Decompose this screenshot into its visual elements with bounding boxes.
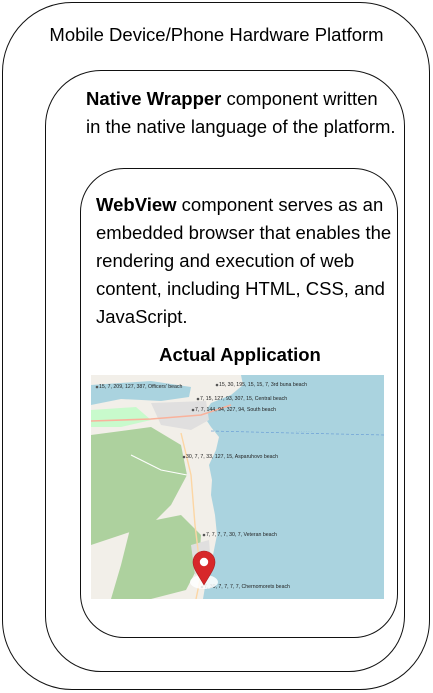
beach-label: 7, 7, 144, 94, 327, 94, South beach [195, 407, 276, 413]
beach-label: 7, 30, 7, 7, 7, 7, Chernomorets beach [204, 584, 290, 590]
beach-label: 7, 15, 127, 93, 307, 15, Central beach [200, 396, 287, 402]
beach-point [196, 397, 200, 401]
beach-label: 7, 7, 7, 7, 30, 7, Veteran beach [206, 532, 277, 538]
beach-label: 15, 30, 195, 15, 15, 7, 3rd buna beach [219, 382, 307, 388]
beach-point [182, 455, 186, 459]
beach-label: 15, 7, 209, 127, 387, Officers' beach [99, 384, 182, 390]
beach-point [202, 533, 206, 537]
shipping-route-label: · · · · · · · [296, 429, 312, 434]
beach-point [191, 408, 195, 412]
hardware-platform-title: Mobile Device/Phone Hardware Platform [49, 24, 384, 45]
beach-label: 30, 7, 7, 33, 127, 15, Asparuhovo beach [186, 454, 278, 460]
beach-point [215, 383, 219, 387]
actual-application-title: Actual Application [159, 344, 321, 365]
native-wrapper-description: Native Wrapper component written in the … [86, 85, 396, 141]
beach-point [95, 385, 99, 389]
beach-map[interactable]: · · · · · · · 15, 7, 209, 127, 387, Offi… [91, 375, 384, 599]
native-wrapper-term: Native Wrapper [86, 88, 222, 109]
map-canvas: · · · · · · · 15, 7, 209, 127, 387, Offi… [91, 375, 384, 599]
webview-description: WebView component serves as an embedded … [96, 191, 396, 331]
webview-term: WebView [96, 194, 177, 215]
